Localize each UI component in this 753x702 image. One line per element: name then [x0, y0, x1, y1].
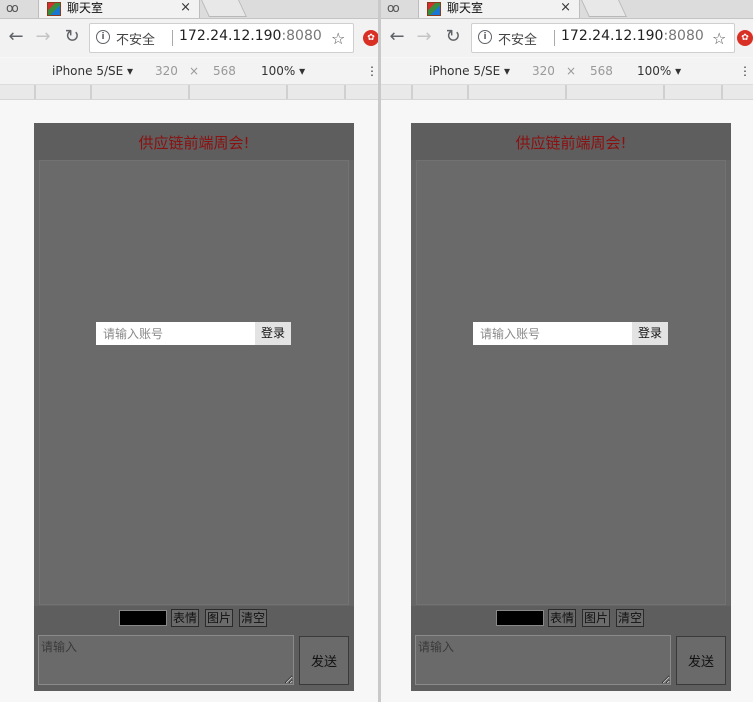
- account-input[interactable]: [473, 322, 632, 345]
- chat-title: 供应链前端周会!: [34, 123, 354, 160]
- tab-title: 聊天室: [67, 1, 104, 15]
- tab-strip: oo 聊天室 ×: [0, 0, 378, 19]
- back-icon[interactable]: ←: [387, 27, 407, 47]
- device-select[interactable]: iPhone 5/SE ▾: [52, 64, 133, 78]
- send-button[interactable]: 发送: [299, 636, 349, 685]
- color-picker[interactable]: [496, 610, 544, 626]
- browser-window-left: oo 聊天室 × ← → ↻ i 不安全 172.24.12.190:8080 …: [0, 0, 378, 702]
- image-button[interactable]: 图片: [205, 609, 234, 627]
- url-port: :8080: [663, 28, 704, 44]
- times-sign: ×: [566, 64, 577, 78]
- new-tab-button[interactable]: [201, 0, 247, 17]
- color-picker[interactable]: [119, 610, 167, 626]
- send-button[interactable]: 发送: [676, 636, 726, 685]
- back-icon[interactable]: ←: [6, 27, 26, 47]
- zoom-select[interactable]: 100% ▾: [637, 64, 681, 78]
- menu-icon[interactable]: ⋮: [739, 64, 751, 78]
- clear-button[interactable]: 清空: [616, 609, 645, 627]
- height-field[interactable]: 568: [213, 64, 236, 78]
- url-text[interactable]: 172.24.12.190:8080: [179, 28, 322, 44]
- address-bar[interactable]: i 不安全 172.24.12.190:8080 ☆: [471, 23, 735, 53]
- device-toolbar: iPhone 5/SE ▾ 320 × 568 100% ▾ ⋮: [0, 58, 378, 85]
- media-query-ruler: [0, 85, 378, 100]
- forward-icon[interactable]: →: [33, 27, 53, 47]
- width-field[interactable]: 320: [155, 64, 178, 78]
- tab-chatroom[interactable]: 聊天室 ×: [418, 0, 580, 18]
- tab-chatroom[interactable]: 聊天室 ×: [38, 0, 200, 18]
- tab-title: 聊天室: [447, 1, 484, 15]
- url-host: 172.24.12.190: [179, 28, 282, 44]
- image-button[interactable]: 图片: [582, 609, 611, 627]
- reload-icon[interactable]: ↻: [443, 27, 463, 47]
- emoji-button[interactable]: 表情: [171, 609, 200, 627]
- url-port: :8080: [281, 28, 322, 44]
- reload-icon[interactable]: ↻: [62, 27, 82, 47]
- media-query-ruler: [381, 85, 753, 100]
- times-sign: ×: [189, 64, 200, 78]
- favicon-icon: [47, 2, 61, 16]
- security-label: 不安全: [116, 33, 156, 48]
- url-divider: [172, 30, 173, 46]
- chat-input-bar: 表情 图片 清空 发送: [411, 606, 731, 691]
- emoji-button[interactable]: 表情: [548, 609, 577, 627]
- phone-viewport: 供应链前端周会! 登录 表情 图片 清空 发送: [411, 123, 731, 691]
- info-icon[interactable]: i: [478, 30, 492, 44]
- star-icon[interactable]: ☆: [331, 29, 345, 48]
- device-select[interactable]: iPhone 5/SE ▾: [429, 64, 510, 78]
- account-input[interactable]: [96, 322, 255, 345]
- clear-button[interactable]: 清空: [239, 609, 268, 627]
- login-button[interactable]: 登录: [632, 322, 668, 345]
- chat-input-bar: 表情 图片 清空 发送: [34, 606, 354, 691]
- url-divider: [554, 30, 555, 46]
- login-button[interactable]: 登录: [255, 322, 291, 345]
- extension-icon[interactable]: ✿: [737, 30, 753, 46]
- info-icon[interactable]: i: [96, 30, 110, 44]
- toolbar: ← → ↻ i 不安全 172.24.12.190:8080 ☆ ✿: [381, 19, 753, 57]
- forward-icon[interactable]: →: [414, 27, 434, 47]
- tab-strip: oo 聊天室 ×: [381, 0, 753, 19]
- message-input[interactable]: [415, 635, 671, 685]
- toolbar: ← → ↻ i 不安全 172.24.12.190:8080 ☆ ✿: [0, 19, 378, 57]
- favicon-icon: [427, 2, 441, 16]
- tab-menu-icon[interactable]: oo: [6, 2, 19, 14]
- browser-window-right: oo 聊天室 × ← → ↻ i 不安全 172.24.12.190:8080 …: [381, 0, 753, 702]
- url-text[interactable]: 172.24.12.190:8080: [561, 28, 704, 44]
- close-icon[interactable]: ×: [180, 0, 191, 16]
- message-input[interactable]: [38, 635, 294, 685]
- address-bar[interactable]: i 不安全 172.24.12.190:8080 ☆: [89, 23, 354, 53]
- phone-viewport: 供应链前端周会! 登录 表情 图片 清空 发送: [34, 123, 354, 691]
- chat-message-area: 登录: [416, 160, 726, 605]
- height-field[interactable]: 568: [590, 64, 613, 78]
- new-tab-button[interactable]: [581, 0, 627, 17]
- extension-icon[interactable]: ✿: [363, 30, 378, 46]
- zoom-select[interactable]: 100% ▾: [261, 64, 305, 78]
- menu-icon[interactable]: ⋮: [366, 64, 378, 78]
- tab-menu-icon[interactable]: oo: [387, 2, 400, 14]
- star-icon[interactable]: ☆: [712, 29, 726, 48]
- chat-title: 供应链前端周会!: [411, 123, 731, 160]
- close-icon[interactable]: ×: [560, 0, 571, 16]
- security-label: 不安全: [498, 33, 538, 48]
- width-field[interactable]: 320: [532, 64, 555, 78]
- chat-message-area: 登录: [39, 160, 349, 605]
- url-host: 172.24.12.190: [561, 28, 664, 44]
- device-toolbar: iPhone 5/SE ▾ 320 × 568 100% ▾ ⋮: [381, 58, 753, 85]
